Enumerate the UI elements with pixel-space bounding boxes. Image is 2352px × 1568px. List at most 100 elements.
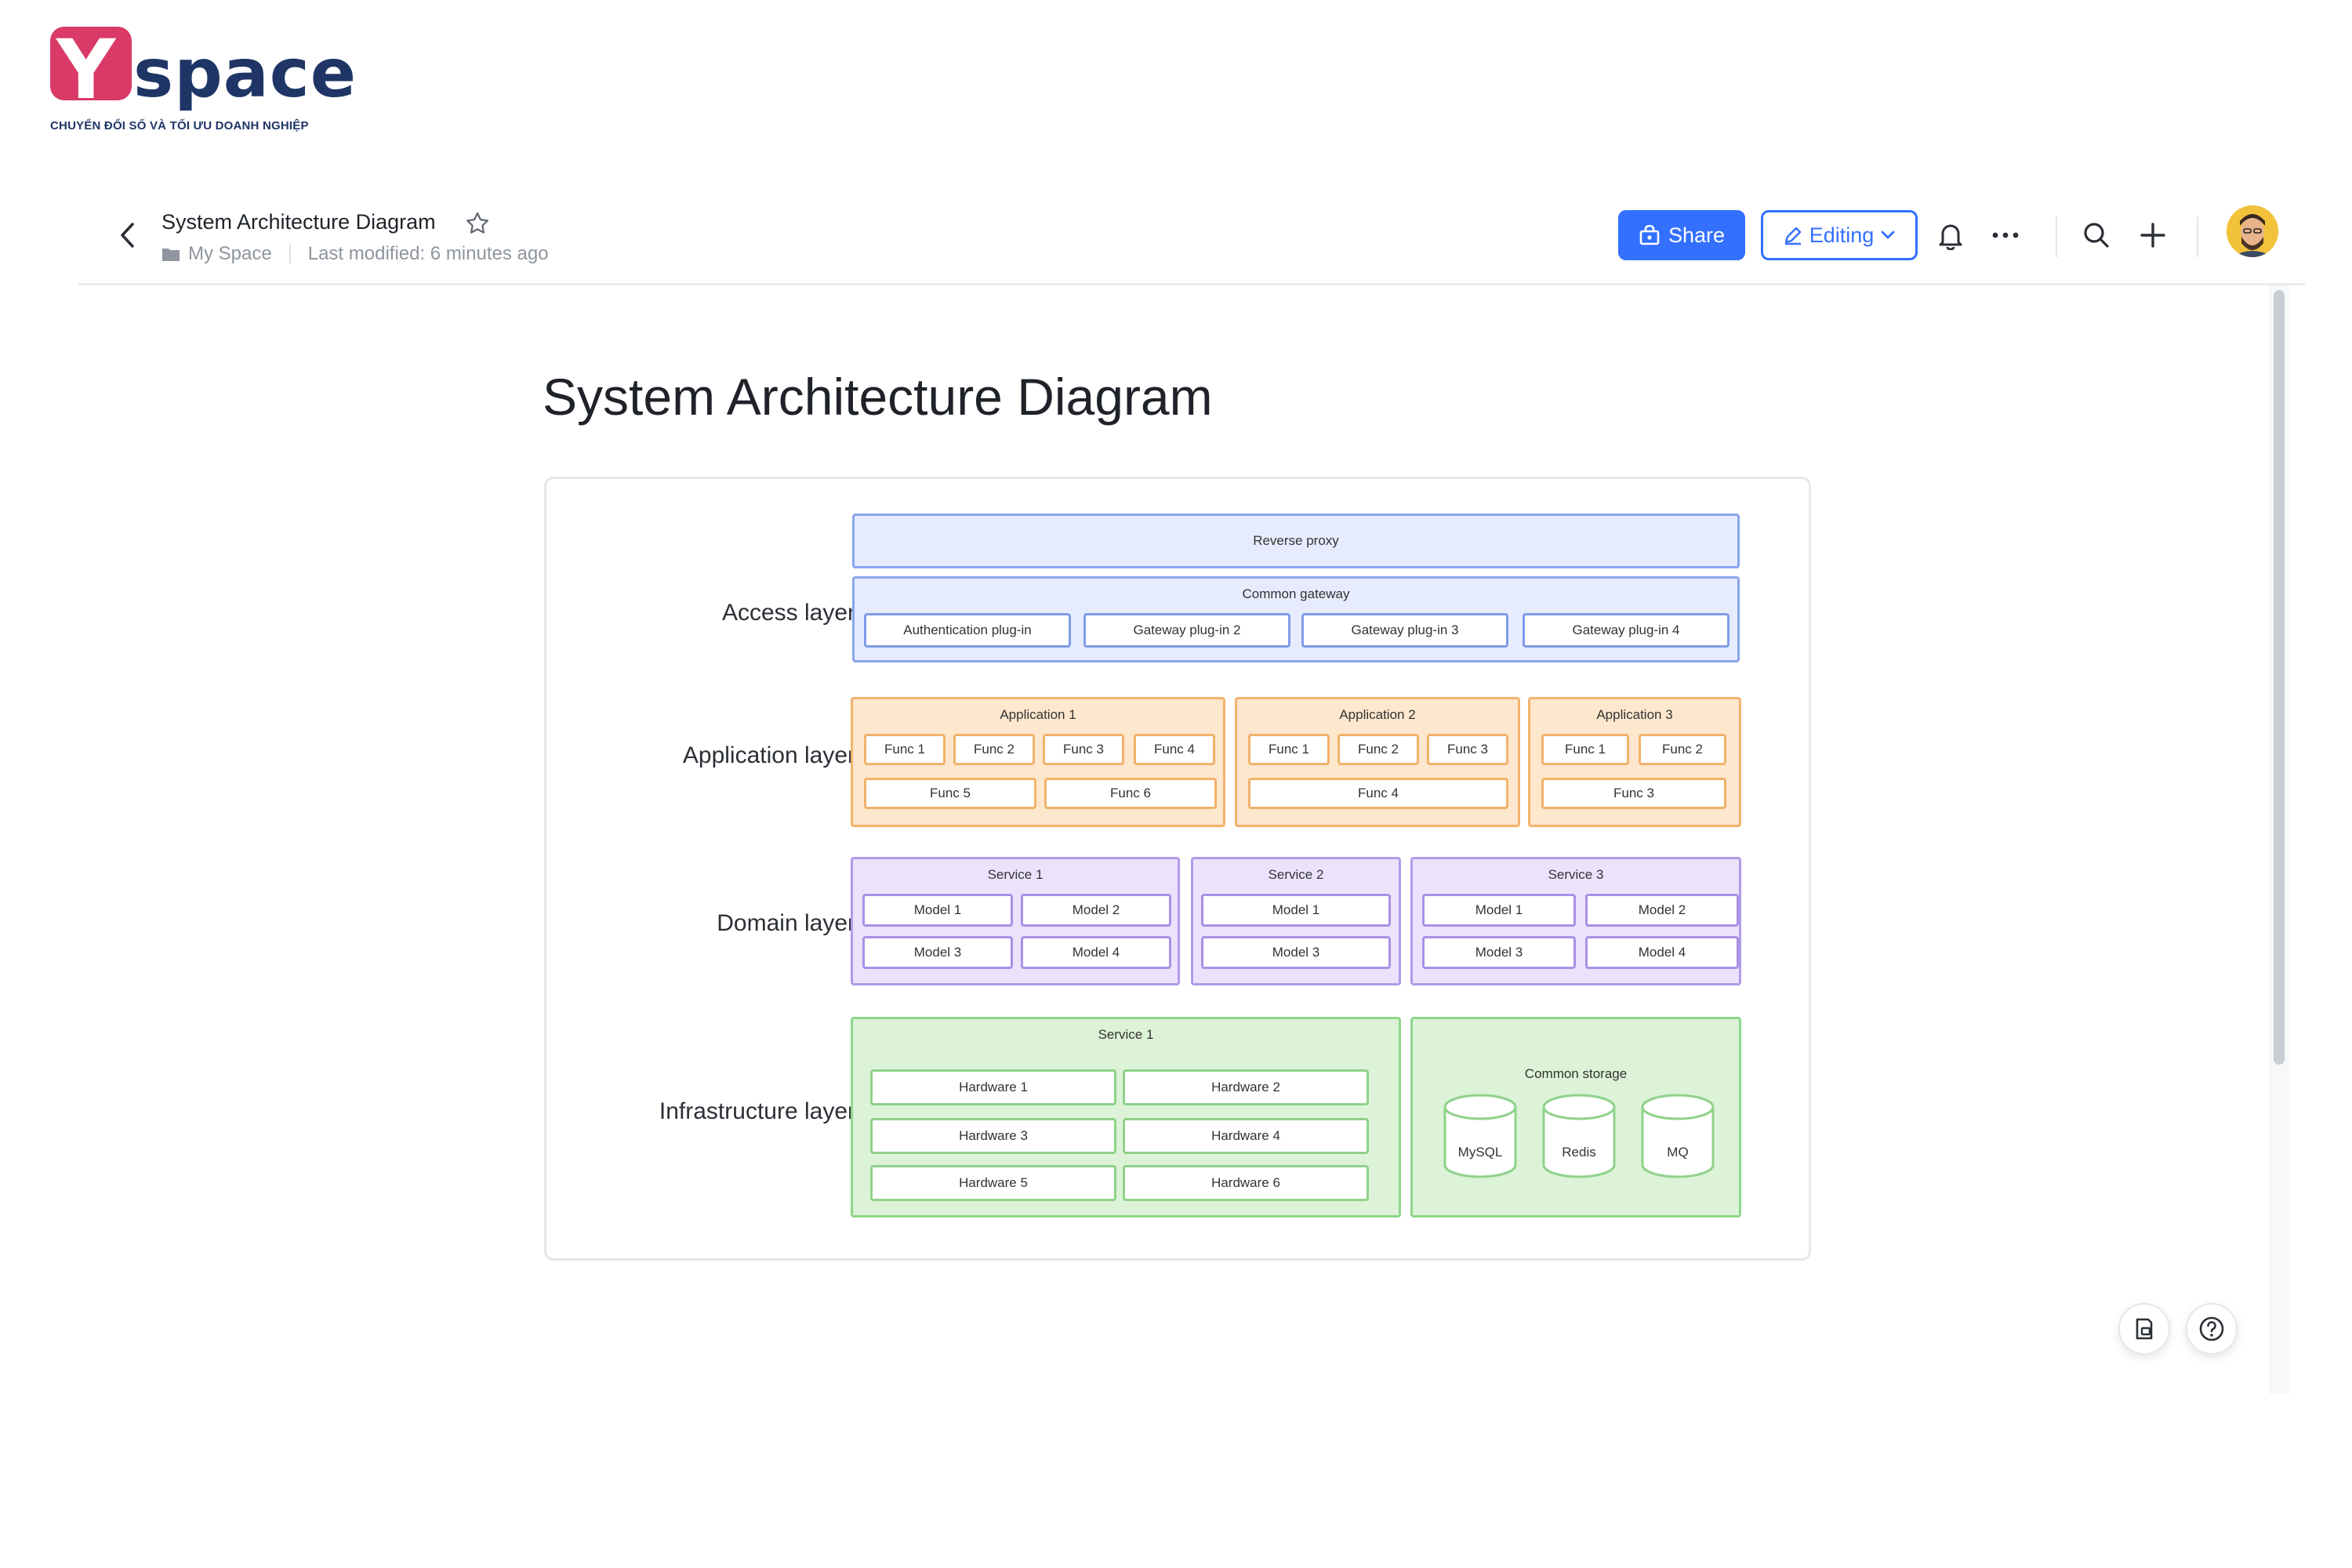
- chevron-down-icon: [1881, 230, 1895, 239]
- func-cell[interactable]: Func 1: [864, 734, 946, 765]
- database-cylinder[interactable]: Redis: [1541, 1093, 1617, 1179]
- help-button[interactable]: [2186, 1303, 2238, 1355]
- infrastructure-service-box[interactable]: Service 1 Hardware 1 Hardware 2 Hardware…: [851, 1017, 1401, 1218]
- common-gateway-label: Common gateway: [1242, 586, 1350, 601]
- share-label: Share: [1668, 223, 1726, 247]
- notification-button[interactable]: [1933, 218, 1968, 252]
- plugin-cell[interactable]: Gateway plug-in 3: [1301, 613, 1508, 648]
- application-title: Application 2: [1339, 707, 1416, 722]
- logo-tagline: CHUYỂN ĐỔI SỐ VÀ TỐI ƯU DOANH NGHIỆP: [50, 119, 309, 132]
- star-icon[interactable]: [464, 210, 491, 237]
- model-cell[interactable]: Model 3: [862, 936, 1013, 969]
- hardware-cell[interactable]: Hardware 3: [870, 1118, 1116, 1154]
- help-icon: [2199, 1316, 2224, 1341]
- layer-label-domain: Domain layer: [717, 910, 855, 936]
- database-cylinder[interactable]: MQ: [1640, 1093, 1715, 1179]
- plugin-cell[interactable]: Authentication plug-in: [864, 613, 1071, 648]
- reverse-proxy-box[interactable]: Reverse proxy: [852, 514, 1740, 568]
- model-cell[interactable]: Model 2: [1585, 894, 1739, 927]
- model-cell[interactable]: Model 3: [1422, 936, 1576, 969]
- hardware-cell[interactable]: Hardware 6: [1123, 1165, 1369, 1201]
- doc-header: System Architecture Diagram My Space Las…: [78, 187, 2305, 285]
- hardware-cell[interactable]: Hardware 4: [1123, 1118, 1369, 1154]
- app-window: System Architecture Diagram My Space Las…: [78, 187, 2305, 1394]
- search-button[interactable]: [2079, 218, 2114, 252]
- scrollbar-thumb[interactable]: [2274, 290, 2285, 1065]
- func-cell[interactable]: Func 4: [1134, 734, 1215, 765]
- func-cell[interactable]: Func 2: [1338, 734, 1419, 765]
- model-cell[interactable]: Model 1: [862, 894, 1013, 927]
- more-icon: [1992, 232, 2019, 238]
- avatar-icon: [2227, 205, 2278, 257]
- model-cell[interactable]: Model 1: [1422, 894, 1576, 927]
- application-box[interactable]: Application 2 Func 1 Func 2 Func 3 Func …: [1235, 697, 1520, 827]
- database-icon: [1443, 1094, 1517, 1178]
- outline-button[interactable]: [2118, 1303, 2170, 1355]
- model-cell[interactable]: Model 4: [1585, 936, 1739, 969]
- application-title: Application 1: [1000, 707, 1076, 722]
- logo-word: space: [133, 34, 358, 113]
- share-button[interactable]: Share: [1618, 210, 1745, 260]
- plus-icon: [2140, 223, 2165, 248]
- model-cell[interactable]: Model 1: [1201, 894, 1391, 927]
- service-title: Service 1: [1098, 1027, 1154, 1042]
- application-box[interactable]: Application 1 Func 1 Func 2 Func 3 Func …: [851, 697, 1225, 827]
- func-cell[interactable]: Func 3: [1427, 734, 1508, 765]
- func-cell[interactable]: Func 5: [864, 778, 1036, 809]
- editing-mode-dropdown[interactable]: Editing: [1761, 210, 1918, 260]
- func-cell[interactable]: Func 2: [953, 734, 1035, 765]
- pencil-icon: [1784, 227, 1801, 245]
- plugin-cell[interactable]: Gateway plug-in 2: [1083, 613, 1290, 648]
- architecture-diagram[interactable]: Access layer Application layer Domain la…: [544, 477, 1811, 1261]
- more-button[interactable]: [1988, 218, 2023, 252]
- layer-label-application: Application layer: [682, 742, 855, 768]
- breadcrumb: My Space Last modified: 6 minutes ago: [162, 243, 549, 265]
- func-cell[interactable]: Func 4: [1248, 778, 1508, 809]
- model-cell[interactable]: Model 3: [1201, 936, 1391, 969]
- breadcrumb-divider: [289, 245, 291, 263]
- search-icon: [2084, 223, 2109, 248]
- header-divider: [2197, 216, 2198, 257]
- service-title: Service 2: [1268, 867, 1324, 882]
- service-box[interactable]: Service 3 Model 1 Model 2 Model 3 Model …: [1410, 857, 1741, 985]
- brand-logo: Y space CHUYỂN ĐỔI SỐ VÀ TỐI ƯU DOANH NG…: [49, 22, 356, 141]
- storage-label: Redis: [1562, 1145, 1596, 1160]
- page-title[interactable]: System Architecture Diagram: [543, 367, 1213, 426]
- storage-label: MQ: [1667, 1145, 1689, 1160]
- last-modified: Last modified: 6 minutes ago: [307, 243, 549, 264]
- database-icon: [1641, 1094, 1715, 1178]
- service-title: Service 3: [1548, 867, 1604, 882]
- application-title: Application 3: [1596, 707, 1673, 722]
- share-lock-icon: [1639, 225, 1660, 245]
- service-box[interactable]: Service 2 Model 1 Model 3: [1191, 857, 1401, 985]
- model-cell[interactable]: Model 2: [1021, 894, 1171, 927]
- back-button[interactable]: [111, 220, 143, 251]
- func-cell[interactable]: Func 1: [1541, 734, 1629, 765]
- func-cell[interactable]: Func 3: [1541, 778, 1726, 809]
- add-button[interactable]: [2136, 218, 2170, 252]
- model-cell[interactable]: Model 4: [1021, 936, 1171, 969]
- breadcrumb-space[interactable]: My Space: [188, 243, 272, 265]
- service-title: Service 1: [987, 867, 1044, 882]
- hardware-cell[interactable]: Hardware 5: [870, 1165, 1116, 1201]
- func-cell[interactable]: Func 2: [1639, 734, 1726, 765]
- common-gateway-box[interactable]: Common gateway Authentication plug-in Ga…: [852, 576, 1740, 662]
- database-cylinder[interactable]: MySQL: [1443, 1093, 1518, 1179]
- doc-title[interactable]: System Architecture Diagram: [162, 210, 436, 234]
- func-cell[interactable]: Func 3: [1043, 734, 1124, 765]
- service-box[interactable]: Service 1 Model 1 Model 2 Model 3 Model …: [851, 857, 1180, 985]
- avatar[interactable]: [2227, 205, 2278, 257]
- folder-icon: [162, 249, 180, 261]
- application-box[interactable]: Application 3 Func 1 Func 2 Func 3: [1528, 697, 1741, 827]
- func-cell[interactable]: Func 1: [1248, 734, 1330, 765]
- hardware-cell[interactable]: Hardware 2: [1123, 1069, 1369, 1105]
- plugin-cell[interactable]: Gateway plug-in 4: [1523, 613, 1730, 648]
- storage-label: MySQL: [1457, 1145, 1503, 1160]
- common-storage-box[interactable]: Common storage MySQL Redis MQ: [1410, 1017, 1741, 1218]
- reverse-proxy-label: Reverse proxy: [1253, 533, 1339, 548]
- func-cell[interactable]: Func 6: [1044, 778, 1217, 809]
- hardware-cell[interactable]: Hardware 1: [870, 1069, 1116, 1105]
- outline-icon: [2136, 1318, 2153, 1340]
- bell-icon: [1939, 224, 1962, 250]
- layer-label-infrastructure: Infrastructure layer: [659, 1098, 855, 1124]
